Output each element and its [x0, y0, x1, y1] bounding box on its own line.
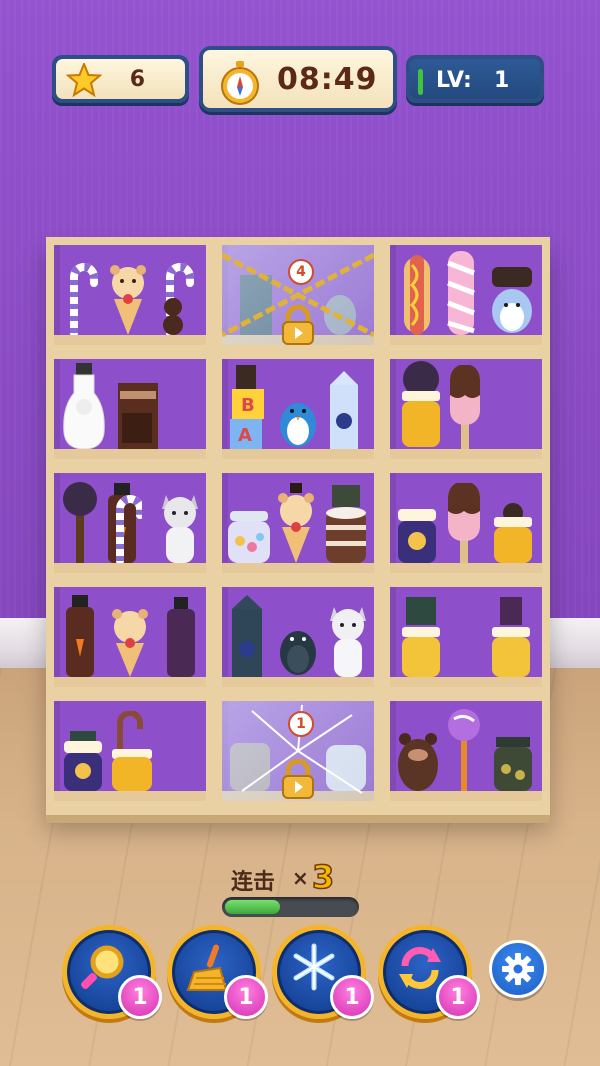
star-count: 6 — [129, 67, 145, 92]
shelf-cell[interactable] — [390, 473, 542, 573]
stopwatch-icon — [221, 61, 259, 105]
level-indicator: LV: 1 — [406, 55, 544, 103]
level-value: 1 — [494, 68, 510, 93]
svg-text:B: B — [241, 395, 255, 416]
shelf-cell[interactable] — [390, 245, 542, 345]
lock-count-badge: 1 — [288, 711, 314, 737]
combo-progress-bar — [222, 897, 359, 917]
cat-figure-item[interactable] — [158, 487, 202, 563]
shelf-cell[interactable] — [54, 587, 206, 687]
shelf-cell[interactable] — [390, 587, 542, 687]
carrot-juice-bottle-item[interactable] — [62, 595, 98, 677]
shuffle-count-badge: 1 — [436, 975, 480, 1019]
timer: 08:49 — [199, 46, 397, 112]
freeze-count-badge: 1 — [330, 975, 374, 1019]
star-icon — [66, 63, 102, 97]
abc-blocks-item[interactable]: B A — [228, 365, 270, 449]
shelf-cell[interactable] — [222, 473, 374, 573]
star-counter: 6 — [52, 55, 189, 103]
shelf-cell[interactable] — [390, 359, 542, 459]
bear-icecream-item[interactable] — [106, 257, 150, 335]
shelf-cell[interactable] — [54, 359, 206, 459]
broom-count-badge: 1 — [224, 975, 268, 1019]
blueberry-jam-jar-item[interactable] — [396, 509, 438, 563]
svg-text:A: A — [238, 425, 252, 446]
shuffle-icon — [399, 946, 441, 990]
locked-shelf-cell[interactable]: 1 — [222, 701, 374, 801]
chocolate-box-item[interactable] — [116, 383, 160, 449]
combo-label: 连击 — [231, 870, 276, 895]
honey-jar-item[interactable] — [398, 359, 444, 449]
combo-times: × — [292, 866, 309, 890]
cat-figure-item[interactable] — [326, 599, 370, 677]
teddy-bear-item[interactable] — [160, 295, 186, 335]
locked-shelf-cell[interactable]: 4 — [222, 245, 374, 345]
layer-cake-item[interactable] — [324, 485, 368, 563]
shelf-cell[interactable] — [54, 245, 206, 345]
penguin-figure-item[interactable] — [276, 389, 320, 449]
shelf-cell[interactable]: B A — [222, 359, 374, 459]
shelf-cell[interactable] — [54, 473, 206, 573]
timer-value: 08:49 — [277, 62, 378, 97]
bear-figure-item[interactable] — [396, 729, 440, 791]
ice-cream-bar-item[interactable] — [446, 365, 484, 449]
shelf-cell[interactable] — [390, 701, 542, 801]
grape-juice-bottle-item[interactable] — [164, 597, 198, 677]
blueberry-jam-jar-item[interactable] — [62, 731, 104, 791]
lollipop-item[interactable] — [446, 707, 482, 791]
magnifier-count-badge: 1 — [118, 975, 162, 1019]
settings-button[interactable] — [489, 940, 547, 998]
blueberry-milk-carton-item[interactable] — [326, 369, 362, 449]
honey-jar-item[interactable] — [398, 597, 444, 677]
pickle-jar-item[interactable] — [492, 737, 534, 791]
combo-progress-fill — [225, 900, 280, 914]
level-bar — [418, 69, 423, 95]
shelf: 4 B A 1 — [46, 237, 550, 815]
candy-jar-item[interactable] — [226, 511, 272, 563]
shelf-cell[interactable] — [54, 701, 206, 801]
candy-cane-item[interactable] — [66, 257, 98, 335]
level-label: LV: — [436, 68, 472, 93]
honey-jar-item[interactable] — [488, 597, 534, 677]
honey-jar-item[interactable] — [490, 503, 536, 563]
bear-icecream-item[interactable] — [274, 483, 318, 563]
candy-cane-item[interactable] — [112, 489, 142, 563]
lock-count-badge: 4 — [288, 259, 314, 285]
snowflake-icon — [293, 943, 335, 991]
gear-icon — [502, 953, 534, 985]
penguin-figure-item[interactable] — [276, 617, 320, 677]
milk-bottle-item[interactable] — [60, 363, 108, 449]
blueberry-milk-carton-item[interactable] — [228, 593, 266, 677]
padlock-icon[interactable] — [278, 305, 318, 345]
penguin-cookie-jar-item[interactable] — [488, 263, 536, 335]
honey-jar-item[interactable] — [110, 711, 154, 791]
combo-value: 3 — [311, 857, 335, 897]
bear-icecream-item[interactable] — [108, 601, 152, 677]
lollipop-item[interactable] — [60, 481, 100, 563]
padlock-icon[interactable] — [278, 759, 318, 799]
combo-counter: 连击 × 3 — [222, 857, 382, 897]
ice-cream-bar-item[interactable] — [444, 483, 484, 563]
shelf-cell[interactable] — [222, 587, 374, 687]
marshmallow-twist-item[interactable] — [442, 251, 480, 335]
hotdog-item[interactable] — [400, 255, 434, 335]
